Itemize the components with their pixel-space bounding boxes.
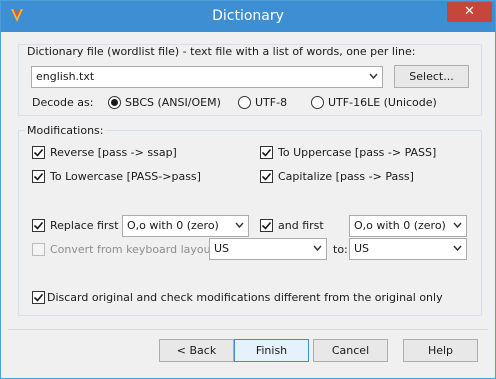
- and-first-combo[interactable]: O,o with 0 (zero): [349, 215, 467, 237]
- radio-utf8[interactable]: [238, 96, 251, 109]
- dictionary-file-value: english.txt: [36, 70, 95, 83]
- and-first-value: O,o with 0 (zero): [354, 219, 446, 232]
- checkmark-icon: [261, 172, 272, 181]
- cancel-button[interactable]: Cancel: [313, 339, 388, 362]
- window-title: Dictionary: [212, 8, 284, 24]
- radio-utf16[interactable]: [311, 96, 324, 109]
- checkmark-icon: [33, 221, 44, 230]
- keyboard-from-value: US: [214, 242, 230, 255]
- keyboard-layout-checkbox: [32, 243, 45, 256]
- checkmark-icon: [33, 293, 44, 302]
- footer-separator: [8, 329, 488, 330]
- replace-first-label[interactable]: Replace first: [50, 219, 119, 233]
- checkmark-icon: [261, 148, 272, 157]
- discard-original-checkbox[interactable]: [32, 291, 45, 304]
- and-first-checkbox[interactable]: [260, 219, 273, 232]
- back-button[interactable]: < Back: [159, 339, 234, 362]
- dictionary-dialog: Dictionary ✕ Dictionary file (wordlist f…: [0, 0, 496, 379]
- reverse-label[interactable]: Reverse [pass -> ssap]: [50, 146, 177, 160]
- decode-as-label: Decode as:: [32, 96, 94, 109]
- select-file-button[interactable]: Select...: [394, 65, 469, 88]
- lowercase-checkbox[interactable]: [32, 170, 45, 183]
- dictionary-file-combo[interactable]: english.txt: [31, 66, 383, 88]
- chevron-down-icon: [453, 222, 462, 229]
- uppercase-checkbox[interactable]: [260, 146, 273, 159]
- close-button[interactable]: ✕: [447, 2, 492, 22]
- keyboard-from-combo[interactable]: US: [209, 238, 327, 260]
- reverse-checkbox[interactable]: [32, 146, 45, 159]
- discard-original-label[interactable]: Discard original and check modifications…: [47, 291, 443, 305]
- chevron-down-icon: [235, 222, 244, 229]
- finish-button[interactable]: Finish: [234, 339, 309, 362]
- title-bar[interactable]: Dictionary ✕: [1, 1, 495, 32]
- replace-first-checkbox[interactable]: [32, 219, 45, 232]
- keyboard-to-value: US: [354, 242, 370, 255]
- and-first-label[interactable]: and first: [278, 219, 324, 233]
- modifications-label: Modifications:: [25, 124, 106, 137]
- capitalize-label[interactable]: Capitalize [pass -> Pass]: [278, 170, 414, 184]
- lowercase-label[interactable]: To Lowercase [PASS->pass]: [50, 170, 201, 184]
- checkmark-icon: [261, 221, 272, 230]
- radio-utf16-label[interactable]: UTF-16LE (Unicode): [328, 96, 437, 110]
- radio-sbcs-label[interactable]: SBCS (ANSI/OEM): [125, 96, 221, 110]
- replace-first-value: O,o with 0 (zero): [127, 219, 219, 232]
- chevron-down-icon: [313, 245, 322, 252]
- chevron-down-icon: [369, 73, 378, 80]
- keyboard-to-label: to:: [333, 243, 348, 256]
- chevron-down-icon: [453, 245, 462, 252]
- uppercase-label[interactable]: To Uppercase [pass -> PASS]: [278, 146, 436, 160]
- keyboard-to-combo[interactable]: US: [349, 238, 467, 260]
- radio-selected-dot: [111, 99, 118, 106]
- help-button[interactable]: Help: [403, 339, 478, 362]
- radio-utf8-label[interactable]: UTF-8: [255, 96, 287, 110]
- checkmark-icon: [33, 148, 44, 157]
- radio-sbcs[interactable]: [108, 96, 121, 109]
- dialog-body: Dictionary file (wordlist file) - text f…: [8, 32, 488, 372]
- replace-first-combo[interactable]: O,o with 0 (zero): [122, 215, 249, 237]
- keyboard-layout-label: Convert from keyboard layout:: [50, 243, 219, 256]
- dictionary-file-label: Dictionary file (wordlist file) - text f…: [25, 45, 418, 58]
- capitalize-checkbox[interactable]: [260, 170, 273, 183]
- checkmark-icon: [33, 172, 44, 181]
